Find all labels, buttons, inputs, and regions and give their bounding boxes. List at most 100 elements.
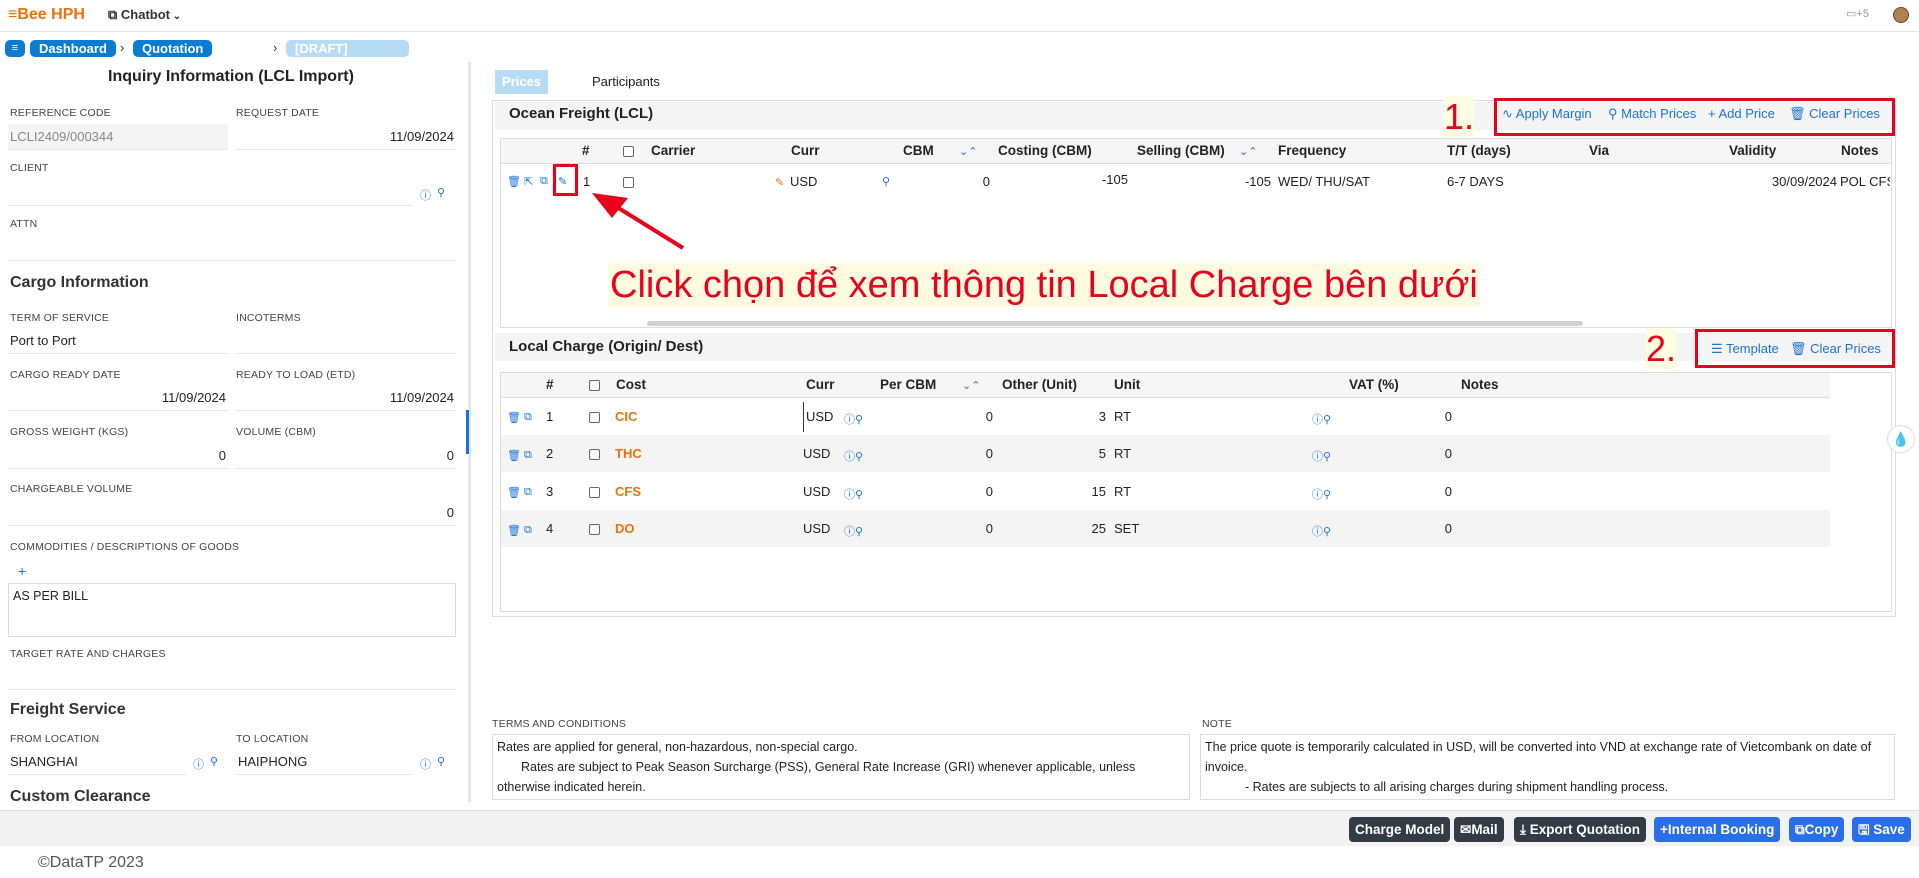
ocean-notes[interactable]: POL CFS [1840, 167, 1890, 197]
copy-icon[interactable]: ⧉ [524, 449, 532, 462]
copy-icon[interactable]: ⧉ [524, 486, 532, 499]
col-tt-days[interactable]: T/T (days) [1447, 139, 1511, 163]
chargeable-volume-field[interactable]: 0 [8, 500, 456, 526]
target-rate-field[interactable] [8, 664, 456, 690]
delete-icon[interactable]: 🗑 [507, 175, 521, 188]
col-validity[interactable]: Validity [1729, 139, 1776, 163]
request-date-field[interactable]: 11/09/2024 [236, 124, 456, 150]
local-cost[interactable]: CFS [615, 477, 641, 507]
info-icon[interactable]: ⓘ [420, 187, 431, 203]
copy-icon[interactable]: ⧉ [524, 411, 532, 424]
droplet-icon[interactable]: 💧 [1887, 425, 1915, 453]
delete-icon[interactable]: 🗑 [507, 486, 521, 499]
local-per-cbm[interactable]: 0 [880, 439, 993, 469]
col-unit[interactable]: Unit [1114, 373, 1140, 397]
search-icon[interactable]: ⚲ [882, 175, 890, 188]
info-icon[interactable]: ⓘ⚲ [1312, 448, 1331, 464]
splitter-handle[interactable] [466, 410, 469, 454]
tab-prices-quote[interactable]: Prices Quote [495, 70, 549, 113]
internal-booking-button[interactable]: +Internal Booking [1654, 817, 1781, 842]
search-icon[interactable]: ⚲ [210, 755, 218, 768]
col-carrier[interactable]: Carrier [651, 139, 695, 163]
tab-participants[interactable]: Participants [585, 70, 667, 94]
from-location-field[interactable]: SHANGHAI [8, 749, 186, 775]
breadcrumb-dashboard[interactable]: Dashboard [30, 40, 116, 57]
ocean-cbm[interactable]: 0 [900, 167, 990, 197]
search-icon[interactable]: ⚲ [437, 186, 445, 199]
col-frequency[interactable]: Frequency [1278, 139, 1346, 163]
ocean-costing[interactable]: -105 [998, 167, 1128, 197]
local-unit[interactable]: RT [1114, 477, 1131, 507]
attn-field[interactable] [8, 235, 456, 261]
local-unit[interactable]: RT [1114, 439, 1131, 469]
ocean-validity[interactable]: 30/09/2024 [1724, 167, 1837, 197]
term-of-service-field[interactable]: Port to Port [8, 328, 228, 354]
volume-field[interactable]: 0 [236, 443, 456, 469]
info-icon[interactable]: ⓘ⚲ [844, 486, 863, 502]
export-quotation-button[interactable]: ⤓ Export Quotation [1514, 817, 1646, 842]
local-unit[interactable]: RT [1114, 402, 1131, 432]
local-other[interactable]: 25 [1000, 514, 1106, 544]
avatar[interactable] [1893, 7, 1909, 23]
info-icon[interactable]: ⓘ⚲ [844, 448, 863, 464]
sort-icon[interactable]: ⌄⌃ [959, 145, 977, 158]
copy-button[interactable]: ⧉Copy [1789, 817, 1845, 842]
col-via[interactable]: Via [1589, 139, 1609, 163]
select-all-checkbox[interactable] [623, 146, 634, 157]
col-selling[interactable]: Selling (CBM) [1137, 139, 1225, 163]
info-icon[interactable]: ⓘ [193, 756, 204, 772]
local-per-cbm[interactable]: 0 [880, 514, 993, 544]
mail-button[interactable]: ✉Mail [1454, 817, 1504, 842]
col-other-unit[interactable]: Other (Unit) [1002, 373, 1077, 397]
breadcrumb-quotation-request[interactable]: Quotation Request [133, 40, 213, 73]
col-cbm[interactable]: CBM [903, 139, 934, 163]
to-location-field[interactable]: HAIPHONG [236, 749, 412, 775]
delete-icon[interactable]: 🗑 [507, 449, 521, 462]
copy-icon[interactable]: ⧉ [540, 175, 548, 188]
col-notes[interactable]: Notes [1461, 373, 1499, 397]
copy-icon[interactable]: ⧉ [524, 524, 532, 537]
local-cost[interactable]: CIC [615, 402, 637, 432]
row-checkbox[interactable] [589, 449, 600, 460]
col-costing[interactable]: Costing (CBM) [998, 139, 1092, 163]
note-textarea[interactable]: The price quote is temporarily calculate… [1200, 734, 1895, 800]
col-curr[interactable]: Curr [806, 373, 835, 397]
local-unit[interactable]: SET [1114, 514, 1139, 544]
ocean-frequency[interactable]: WED/ THU/SAT [1278, 167, 1370, 197]
brand-logo[interactable]: ≡Bee HPH [8, 6, 85, 24]
search-icon[interactable]: ⚲ [437, 755, 445, 768]
local-curr[interactable]: USD [803, 514, 830, 544]
col-per-cbm[interactable]: Per CBM [880, 373, 936, 397]
col-notes[interactable]: Notes [1841, 139, 1879, 163]
terms-textarea[interactable]: Rates are applied for general, non-hazar… [492, 734, 1190, 800]
sort-icon[interactable]: ⌄⌃ [1239, 145, 1257, 158]
local-vat[interactable]: 0 [1345, 477, 1452, 507]
local-per-cbm[interactable]: 0 [880, 402, 993, 432]
info-icon[interactable]: ⓘ⚲ [1312, 523, 1331, 539]
save-button[interactable]: 🖫 Save [1852, 817, 1911, 842]
local-curr[interactable]: USD [803, 477, 830, 507]
local-curr[interactable]: USD [803, 402, 833, 432]
local-vat[interactable]: 0 [1345, 439, 1452, 469]
local-per-cbm[interactable]: 0 [880, 477, 993, 507]
client-field[interactable] [8, 180, 412, 206]
menu-toggle-icon[interactable]: ≡ [5, 40, 25, 57]
info-icon[interactable]: ⓘ [420, 756, 431, 772]
local-cost[interactable]: DO [615, 514, 635, 544]
info-icon[interactable]: ⓘ⚲ [1312, 486, 1331, 502]
info-icon[interactable]: ⓘ⚲ [844, 411, 863, 427]
local-other[interactable]: 3 [1000, 402, 1106, 432]
col-vat[interactable]: VAT (%) [1349, 373, 1399, 397]
commodities-textarea[interactable]: AS PER BILL [8, 583, 456, 637]
sort-icon[interactable]: ⌄⌃ [962, 379, 980, 392]
ready-to-load-field[interactable]: 11/09/2024 [236, 385, 456, 411]
local-vat[interactable]: 0 [1345, 514, 1452, 544]
ocean-tt[interactable]: 6-7 DAYS [1447, 167, 1504, 197]
reference-code-field[interactable]: LCLI2409/000344 [8, 124, 228, 150]
charge-model-button[interactable]: Charge Model [1349, 817, 1451, 842]
ocean-selling[interactable]: -105 [1137, 167, 1271, 197]
add-icon[interactable]: + [18, 563, 26, 579]
local-cost[interactable]: THC [615, 439, 642, 469]
ocean-curr[interactable]: USD [790, 167, 817, 197]
delete-icon[interactable]: 🗑 [507, 411, 521, 424]
